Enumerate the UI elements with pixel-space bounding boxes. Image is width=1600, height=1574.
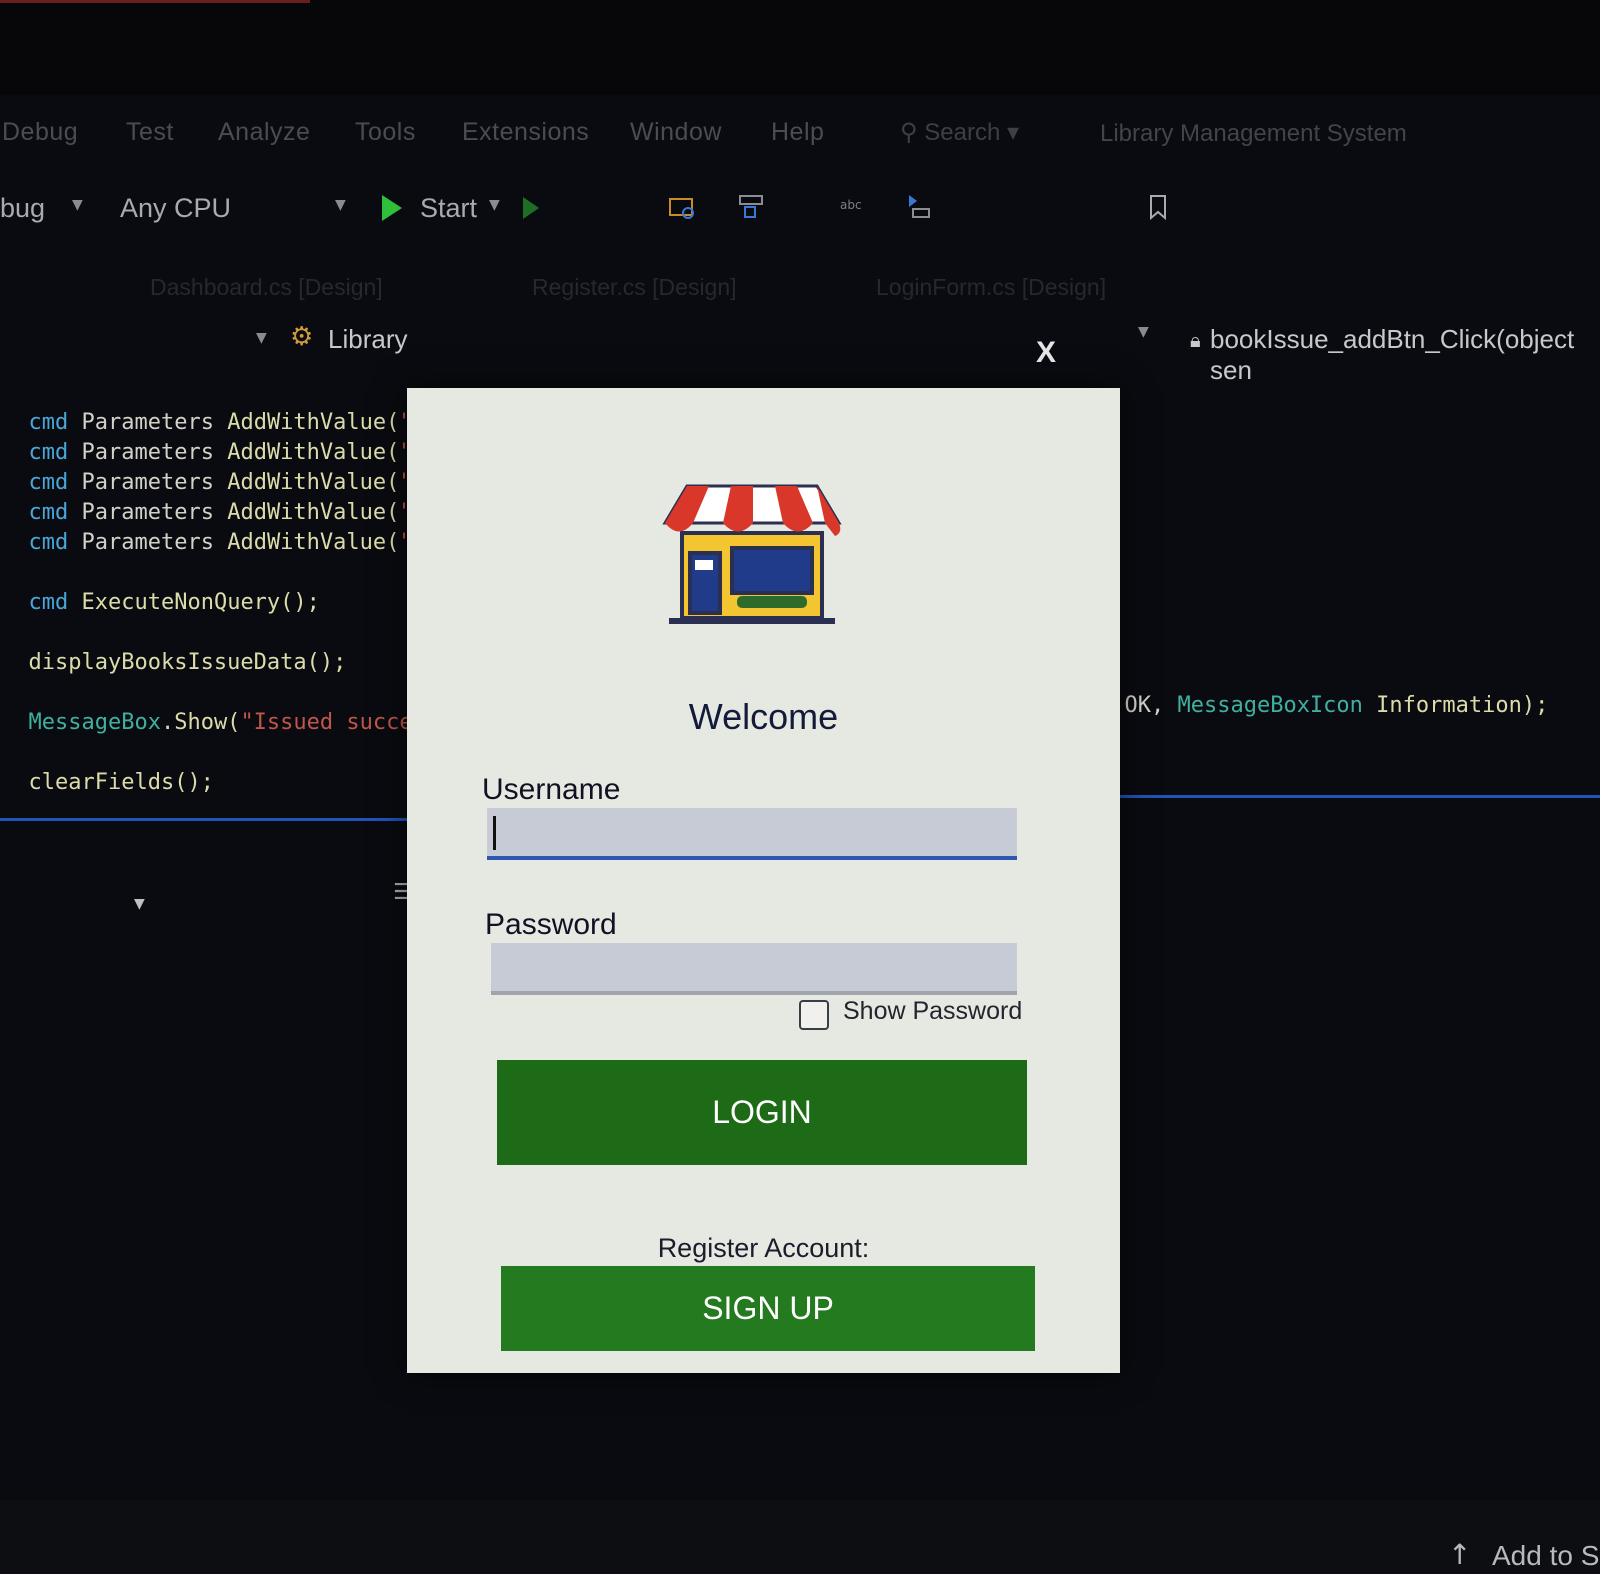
register-account-label: Register Account: [657,1233,870,1263]
svg-text:abc: abc [840,198,862,212]
show-password-label[interactable]: Show Password [843,997,1022,1026]
screen-bezel-top [0,0,1600,95]
menu-window[interactable]: Window [630,118,722,147]
menu-bar: Debug Test Analyze Tools Extensions Wind… [0,118,1600,162]
navigation-bar: ▼ ⚙ Library ▼ 🔒︎ bookIssue_addBtn_Click(… [0,318,1600,385]
login-button[interactable]: LOGIN [497,1060,1027,1165]
editor-divider [0,818,420,821]
code-line: cmd Parameters AddWithValue(" [2,505,413,555]
code-token: "Issued succes [240,710,426,735]
bookmark-icon[interactable] [1144,193,1172,221]
show-password-checkbox[interactable] [799,1000,829,1030]
username-field[interactable] [487,808,1017,860]
password-field[interactable] [491,943,1017,995]
step-icon[interactable] [905,193,933,221]
close-icon[interactable]: X [1036,336,1056,370]
text-cursor [493,816,496,850]
code-line: MessageBox.Show("Issued succes [28,710,426,735]
menu-help[interactable]: Help [771,118,824,147]
code-line: clearFields(); [2,745,214,795]
chevron-down-icon[interactable]: ▼ [1138,324,1149,340]
tab-loginform-design[interactable]: LoginForm.cs [Design] [876,274,1106,301]
code-token: cmd [28,590,69,615]
tab-register-design[interactable]: Register.cs [Design] [532,274,737,301]
search-box[interactable]: ⚲ Search ▾ [900,118,1019,147]
login-form: Welcome Username Password Show Password … [407,388,1120,1373]
code-token: MessageBox [28,710,161,735]
method-dropdown[interactable]: bookIssue_addBtn_Click(object sen [1210,324,1600,386]
start-button[interactable]: Start [420,193,477,224]
code-token: MessageBoxIcon [1177,693,1363,718]
play-icon[interactable] [382,195,402,221]
code-line: cmd ExecuteNonQuery(); [2,565,320,615]
save-icon[interactable] [737,193,765,221]
code-token: Parameters [81,530,214,555]
menu-extensions[interactable]: Extensions [462,118,589,147]
project-dropdown[interactable]: Library [328,324,407,355]
password-label: Password [485,908,617,941]
spellcheck-icon[interactable]: abc [838,193,866,221]
start-without-debugging-icon[interactable] [523,197,539,219]
solution-config-dropdown[interactable]: bug [0,193,45,224]
chevron-down-icon[interactable]: ▼ [72,197,83,213]
tab-dashboard-design[interactable]: Dashboard.cs [Design] [150,274,383,301]
code-token: displayBooksIssueData(); [28,650,347,675]
code-token: AddWithValue( [227,530,400,555]
chevron-down-icon[interactable]: ▼ [489,197,500,213]
open-folder-icon[interactable] [668,193,696,221]
menu-debug[interactable]: Debug [2,118,78,147]
top-edge-line [0,0,310,3]
project-icon: ⚙ [290,322,314,352]
add-to-source-control-button[interactable]: Add to S [1492,1540,1599,1572]
code-token: ExecuteNonQuery(); [81,590,320,615]
toolbar: bug ▼ Any CPU ▼ Start ▼ abc [0,185,1600,235]
platform-dropdown[interactable]: Any CPU [120,193,231,224]
code-line-right-tail: OK, MessageBoxIcon Information); [1098,668,1549,718]
code-token: cmd [28,530,69,555]
code-token: clearFields(); [28,770,214,795]
arrow-up-icon: ↑ [1448,1538,1472,1571]
search-icon: ⚲ [900,119,925,146]
chevron-down-icon[interactable]: ▼ [134,896,145,912]
signup-button[interactable]: SIGN UP [501,1266,1035,1351]
chevron-down-icon[interactable]: ▼ [256,330,267,346]
window-title: Library Management System [1100,120,1407,147]
code-token: Information); [1362,693,1549,718]
welcome-heading: Welcome [688,696,839,737]
search-label: Search [924,119,1001,146]
editor-divider [1100,795,1600,798]
menu-analyze[interactable]: Analyze [218,118,310,147]
status-bar [0,1500,1600,1574]
code-line: displayBooksIssueData(); [2,625,347,675]
code-token: Show( [174,710,241,735]
username-label: Username [482,773,621,806]
menu-test[interactable]: Test [126,118,174,147]
menu-tools[interactable]: Tools [355,118,416,147]
store-icon [662,484,842,624]
code-token: OK, [1124,693,1178,718]
document-tabs: Dashboard.cs [Design] Register.cs [Desig… [0,268,1600,308]
lock-icon: 🔒︎ [1190,328,1201,352]
chevron-down-icon[interactable]: ▼ [335,197,346,213]
